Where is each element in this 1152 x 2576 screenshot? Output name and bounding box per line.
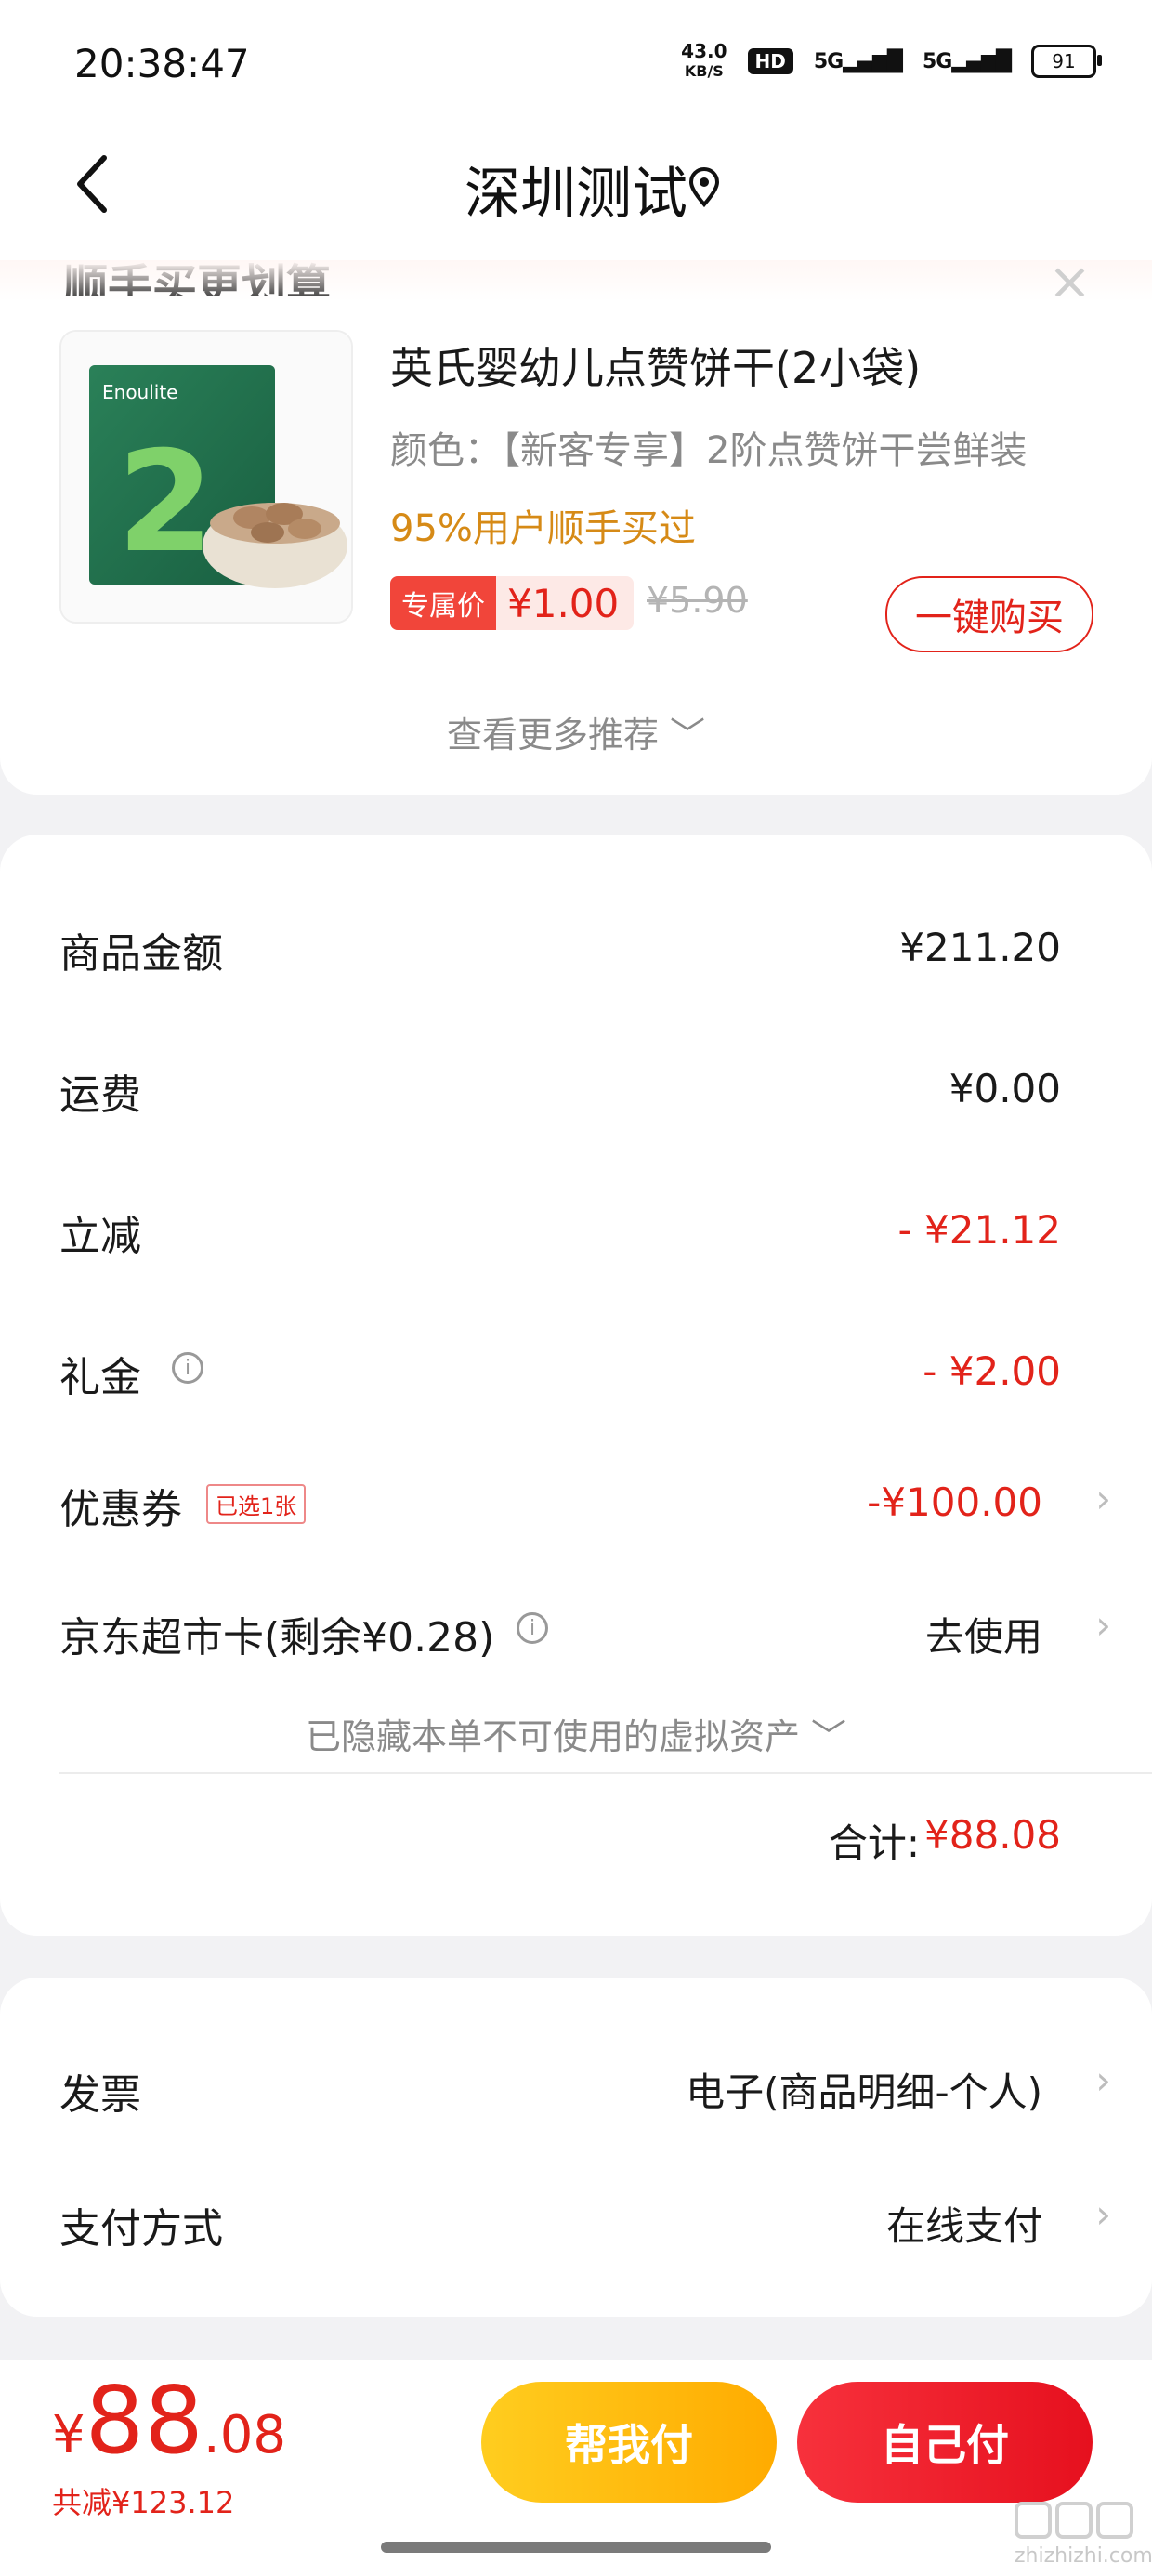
shipping-value: ¥0.00: [949, 1066, 1061, 1111]
net-speed: 43.0 KB/S: [681, 41, 727, 82]
info-icon[interactable]: i: [172, 1352, 203, 1384]
home-indicator[interactable]: [381, 2542, 771, 2553]
price-integer: 88: [85, 2366, 203, 2475]
location-pin-icon[interactable]: [686, 167, 723, 208]
chevron-right-icon[interactable]: ›: [1095, 1602, 1111, 1648]
signal-icon-2: 5G▂▄▆█: [922, 49, 1012, 73]
info-icon[interactable]: i: [517, 1612, 548, 1644]
close-icon[interactable]: ×: [1048, 249, 1092, 296]
divider: [59, 1772, 1152, 1774]
signal-icon: 5G▂▄▆█: [813, 49, 903, 73]
more-recommendations-link[interactable]: 查看更多推荐 ﹀: [0, 706, 1152, 757]
discount-value: - ¥21.12: [897, 1207, 1061, 1253]
goods-amount-label: 商品金额: [59, 930, 223, 978]
watermark-text: zhizhizhi.com: [1015, 2544, 1152, 2568]
exclusive-price-tag: 专属价 ¥1.00: [390, 576, 635, 630]
help-me-pay-button[interactable]: 帮我付: [481, 2382, 777, 2503]
exclusive-price-label: 专属价: [390, 576, 496, 630]
supermarket-card-use[interactable]: 去使用: [925, 1606, 1042, 1663]
status-time: 20:38:47: [74, 41, 250, 86]
total-savings[interactable]: 共减¥123.12: [52, 2479, 234, 2522]
bottom-total-price: ¥ 88 .08: [52, 2370, 286, 2472]
total-value: ¥88.08: [924, 1812, 1061, 1858]
coupon-selected-badge: 已选1张: [206, 1484, 307, 1524]
product-bought-note: 95%用户顺手买过: [390, 507, 696, 550]
total-label: 合计:: [828, 1820, 920, 1866]
upsell-heading-fade: [0, 260, 1152, 301]
net-speed-unit: KB/S: [684, 62, 724, 80]
payment-method-label: 支付方式: [59, 2205, 223, 2253]
shipping-label: 运费: [59, 1071, 141, 1119]
hidden-assets-note[interactable]: 已隐藏本单不可使用的虚拟资产 ﹀: [0, 1708, 1152, 1759]
product-thumbnail[interactable]: Enoulite 2: [59, 330, 353, 624]
product-spec: 颜色：【新客专享】2阶点赞饼干尝鲜装: [390, 429, 1028, 472]
thumb-brand: Enoulite: [102, 381, 177, 403]
currency-symbol: ¥: [52, 2405, 85, 2465]
chevron-right-icon[interactable]: ›: [1095, 2191, 1111, 2237]
gift-label: 礼金: [59, 1354, 141, 1401]
chevron-right-icon[interactable]: ›: [1095, 1476, 1111, 1521]
thumb-stage: 2: [117, 422, 214, 584]
invoice-label: 发票: [59, 2071, 141, 2119]
exclusive-price: ¥1.00: [496, 576, 635, 630]
supermarket-card-label: 京东超市卡(剩余¥0.28): [59, 1614, 495, 1662]
invoice-card: [0, 1978, 1152, 2317]
coupon-value[interactable]: -¥100.00: [867, 1479, 1042, 1525]
coupon-label: 优惠券: [59, 1486, 182, 1533]
chevron-right-icon[interactable]: ›: [1095, 2057, 1111, 2103]
status-icons: 43.0 KB/S HD 5G▂▄▆█ 5G▂▄▆█ 91: [681, 41, 1102, 82]
price-decimal: .08: [203, 2405, 286, 2465]
product-name[interactable]: 英氏婴幼儿点赞饼干(2小袋): [390, 335, 921, 396]
chevron-down-icon: ﹀: [799, 1716, 847, 1757]
original-price: ¥5.90: [647, 580, 748, 621]
goods-amount-value: ¥211.20: [899, 925, 1061, 970]
invoice-value[interactable]: 电子(商品明细-个人): [686, 2061, 1042, 2118]
battery-icon: 91: [1031, 45, 1102, 78]
payment-method-value[interactable]: 在线支付: [886, 2195, 1042, 2252]
battery-level: 91: [1052, 50, 1076, 72]
pay-myself-button[interactable]: 自己付: [797, 2382, 1093, 2503]
net-speed-value: 43.0: [681, 40, 727, 62]
discount-label: 立减: [59, 1213, 141, 1260]
one-click-buy-button[interactable]: 一键购买: [885, 576, 1093, 652]
gift-value: - ¥2.00: [923, 1348, 1061, 1394]
page-title: 深圳测试: [465, 162, 687, 227]
chevron-down-icon: ﹀: [658, 715, 706, 756]
watermark-logo: [1015, 2500, 1135, 2550]
hd-icon: HD: [747, 48, 793, 74]
